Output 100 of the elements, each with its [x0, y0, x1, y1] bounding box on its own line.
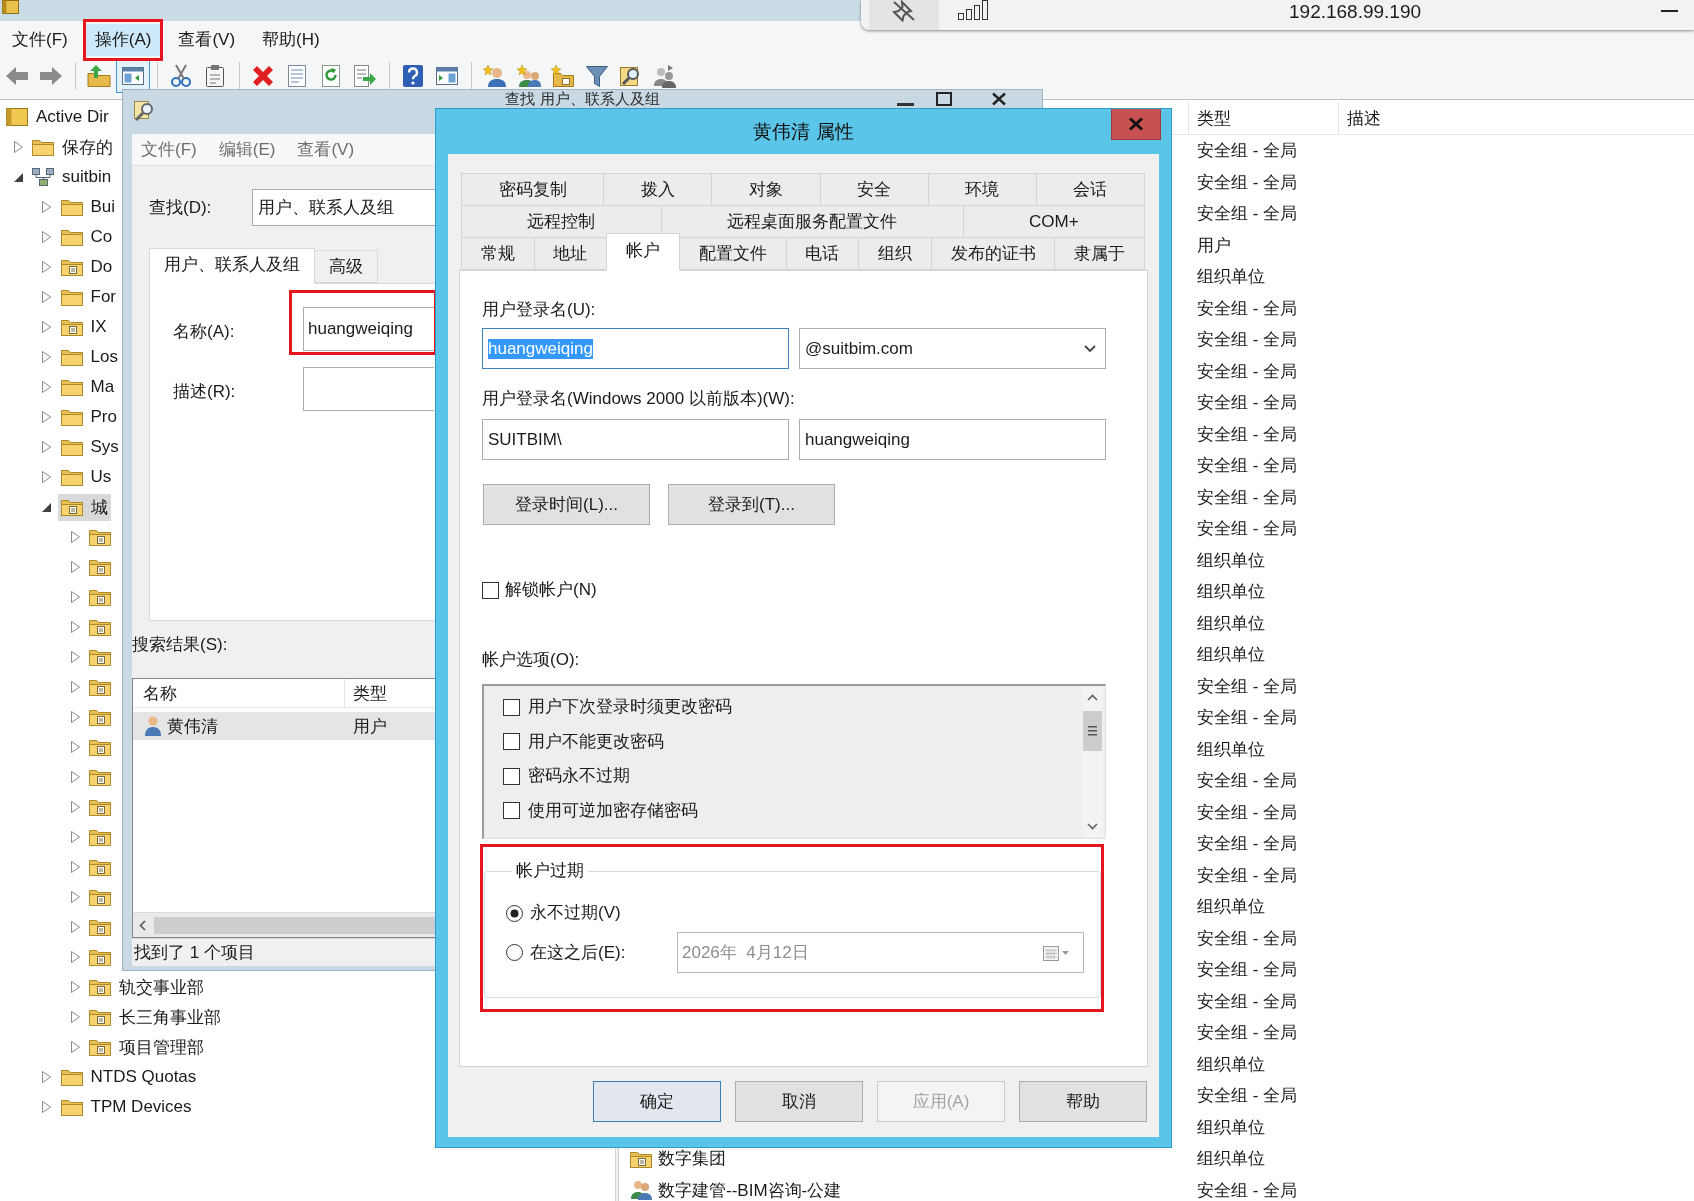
caret-right-icon[interactable] [42, 411, 51, 423]
tab[interactable]: 发布的证书 [930, 237, 1056, 270]
dropdown[interactable]: @suitbim.com [799, 328, 1106, 369]
menu-item[interactable]: 文件(F) [132, 136, 206, 163]
caret-right-icon[interactable] [42, 351, 51, 363]
tree-item[interactable]: Ma [57, 375, 118, 399]
menu-item[interactable]: 文件(F) [3, 23, 77, 56]
chevron-down-icon[interactable] [1087, 823, 1098, 830]
caret-right-icon[interactable] [42, 441, 51, 453]
object-name[interactable]: 数字集团 [658, 1147, 726, 1171]
tree-item[interactable]: IX [57, 315, 110, 339]
caret-right-icon[interactable] [70, 711, 80, 723]
tree-item[interactable]: For [57, 285, 119, 309]
tree-item[interactable]: suitbin [29, 165, 115, 189]
tree-item[interactable]: Co [57, 225, 116, 249]
caret-right-icon[interactable] [70, 891, 80, 903]
caret-right-icon[interactable] [70, 861, 80, 873]
input-field[interactable] [303, 367, 434, 411]
tab[interactable]: 高级 [314, 250, 378, 283]
caret-right-icon[interactable] [70, 651, 80, 663]
tab[interactable]: 组织 [858, 237, 932, 270]
scrollbar-thumb[interactable] [1083, 711, 1102, 751]
tab[interactable]: 对象 [711, 173, 821, 206]
caret-right-icon[interactable] [42, 471, 51, 483]
list-row[interactable]: 黄伟清 用户 [133, 712, 437, 740]
tab[interactable]: 帐户 [606, 233, 680, 271]
tree-item[interactable]: Bui [57, 195, 119, 219]
caret-right-icon[interactable] [70, 741, 80, 753]
close-icon[interactable] [991, 92, 1007, 106]
caret-right-icon[interactable] [70, 621, 80, 633]
scrollbar-thumb[interactable] [154, 916, 437, 934]
dialog-button[interactable]: 取消 [735, 1081, 863, 1122]
tab[interactable]: 常规 [461, 237, 535, 270]
caret-right-icon[interactable] [42, 261, 51, 273]
caret-right-icon[interactable] [70, 981, 80, 993]
tree-item[interactable]: 项目管理部 [86, 1033, 207, 1061]
menu-item[interactable]: 帮助(H) [253, 23, 329, 56]
dialog-button[interactable]: 帮助 [1019, 1081, 1147, 1122]
tree-item[interactable]: Do [57, 255, 116, 279]
tab[interactable]: 安全 [819, 173, 929, 206]
caret-right-icon[interactable] [70, 681, 80, 693]
checkbox-option[interactable]: 密码永不过期 [503, 766, 630, 787]
input-field[interactable]: huangweiqing [799, 419, 1106, 460]
checkbox-option[interactable]: 用户下次登录时须更改密码 [503, 697, 732, 718]
tab[interactable]: COM+ [962, 205, 1145, 238]
caret-right-icon[interactable] [70, 561, 80, 573]
tab[interactable]: 拨入 [603, 173, 713, 206]
radio-option[interactable]: 永不过期(V) [506, 903, 621, 923]
caret-right-icon[interactable] [70, 921, 80, 933]
tree-item[interactable]: 轨交事业部 [86, 973, 207, 1001]
tree-item[interactable]: Sys [57, 435, 122, 459]
caret-right-icon[interactable] [42, 321, 51, 333]
radio-option[interactable]: 在这之后(E): [506, 942, 677, 963]
tab[interactable]: 配置文件 [678, 237, 787, 270]
tab[interactable]: 用户、联系人及组 [149, 248, 315, 284]
tree-item[interactable]: Pro [57, 405, 120, 429]
caret-right-icon[interactable] [70, 831, 80, 843]
tree-item[interactable]: NTDS Quotas [57, 1065, 200, 1089]
menu-item[interactable]: 查看(V) [288, 136, 364, 163]
menu-item[interactable]: 编辑(E) [209, 136, 285, 163]
maximize-icon[interactable] [936, 92, 952, 106]
caret-right-icon[interactable] [42, 381, 51, 393]
menu-item[interactable]: 操作(A) [85, 23, 161, 56]
column-header[interactable]: 描述 [1338, 102, 1694, 134]
menu-item[interactable]: 查看(V) [169, 23, 245, 56]
caret-right-icon[interactable] [42, 201, 51, 213]
checkbox-option[interactable]: 解锁帐户(N) [482, 580, 597, 600]
tree-item[interactable]: 保存的 [29, 133, 116, 161]
tab[interactable]: 密码复制 [461, 173, 605, 206]
chevron-up-icon[interactable] [1087, 694, 1098, 701]
tree-item[interactable]: Us [57, 465, 115, 489]
tree-item[interactable]: Los [57, 345, 121, 369]
caret-right-icon[interactable] [70, 1041, 80, 1053]
caret-right-icon[interactable] [70, 591, 80, 603]
tab[interactable]: 远程控制 [461, 205, 662, 238]
tab[interactable]: 电话 [785, 237, 860, 270]
caret-right-icon[interactable] [70, 771, 80, 783]
chevron-left-icon[interactable] [139, 919, 146, 931]
scrollbar[interactable] [133, 912, 437, 937]
close-button[interactable] [1111, 109, 1161, 140]
input-field[interactable]: huangweiqing [303, 307, 434, 351]
tree-item[interactable]: 城 [57, 493, 111, 521]
pin-button[interactable] [869, 0, 939, 30]
checkbox-option[interactable]: 用户不能更改密码 [503, 731, 664, 752]
caret-right-icon[interactable] [70, 1011, 80, 1023]
tree-item[interactable]: TPM Devices [57, 1095, 195, 1119]
caret-right-icon[interactable] [42, 1101, 51, 1113]
caret-right-icon[interactable] [70, 531, 80, 543]
input-field[interactable]: SUITBIM\ [482, 419, 789, 460]
tab[interactable]: 隶属于 [1054, 237, 1145, 270]
dialog-button[interactable]: 确定 [593, 1081, 721, 1122]
tab[interactable]: 环境 [927, 173, 1037, 206]
tree-item[interactable]: 长三角事业部 [86, 1003, 224, 1031]
caret-right-icon[interactable] [13, 141, 23, 153]
checkbox-option[interactable]: 使用可逆加密存储密码 [503, 800, 698, 821]
column-header[interactable]: 类型 [1188, 102, 1338, 134]
dialog-button[interactable]: 登录时间(L)... [483, 484, 650, 525]
caret-right-icon[interactable] [42, 1071, 51, 1083]
tab[interactable]: 会话 [1035, 173, 1146, 206]
caret-down-icon[interactable] [13, 172, 23, 182]
